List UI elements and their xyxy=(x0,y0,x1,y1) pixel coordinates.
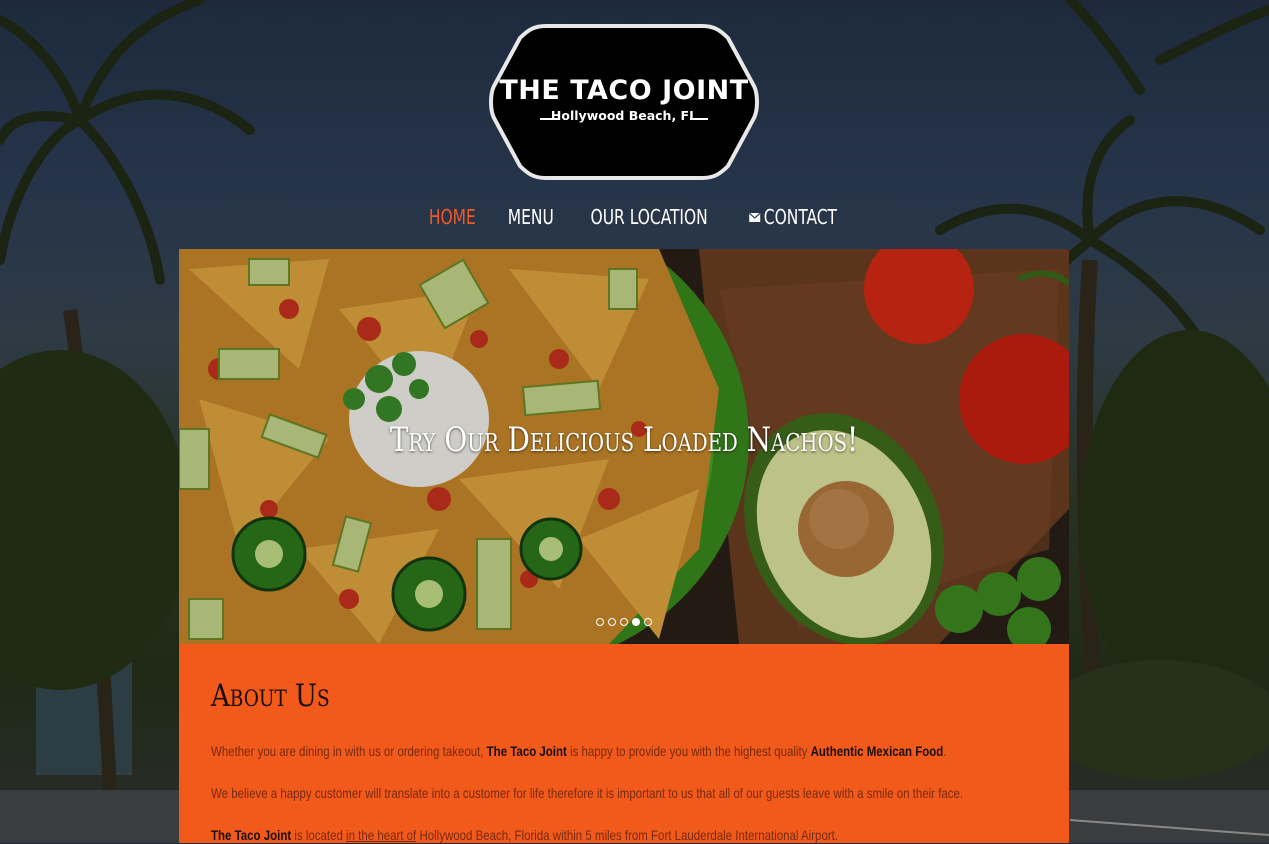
p3-text-b: is located xyxy=(291,827,347,843)
about-paragraph-2: We believe a happy customer will transla… xyxy=(211,785,964,801)
nav-item-home[interactable]: HOME xyxy=(429,202,476,232)
logo-title: THE TACO JOINT xyxy=(499,75,749,106)
logo-subtitle: Hollywood Beach, FL xyxy=(550,108,698,123)
p1-text-e: . xyxy=(943,743,947,759)
nav-item-our-location[interactable]: OUR LOCATION xyxy=(591,202,708,232)
site-logo[interactable]: THE TACO JOINT Hollywood Beach, FL xyxy=(488,20,760,184)
about-paragraph-1: Whether you are dining in with us or ord… xyxy=(211,742,946,760)
p1-brand: The Taco Joint xyxy=(486,743,567,759)
p3-brand: The Taco Joint xyxy=(211,827,292,843)
slider-dots xyxy=(179,618,1069,626)
p3-link[interactable]: in the heart of xyxy=(346,827,416,843)
mail-icon xyxy=(748,212,760,222)
p3-text-d: Hollywood Beach, Florida within 5 miles … xyxy=(416,827,839,843)
p1-text-a: Whether you are dining in with us or ord… xyxy=(211,743,487,759)
nav-item-contact[interactable]: CONTACT xyxy=(748,202,837,232)
about-paragraph-3: The Taco Joint is located in the heart o… xyxy=(211,826,838,844)
slider-dot-4[interactable] xyxy=(632,618,640,626)
slide-caption: Try Our Delicious Loaded Nachos! xyxy=(389,420,859,460)
slider-dot-3[interactable] xyxy=(620,618,628,626)
p1-highlight: Authentic Mexican Food xyxy=(810,743,944,759)
nav-item-contact-label: CONTACT xyxy=(763,205,837,229)
slider-dot-1[interactable] xyxy=(596,618,604,626)
slider-dot-2[interactable] xyxy=(608,618,616,626)
about-title: About Us xyxy=(211,678,330,714)
main-nav: HOME MENU OUR LOCATION CONTACT xyxy=(0,202,1269,232)
about-section: About Us Whether you are dining in with … xyxy=(179,644,1069,843)
slider-dot-5[interactable] xyxy=(644,618,652,626)
hero-slider[interactable]: Try Our Delicious Loaded Nachos! xyxy=(179,249,1069,644)
p1-text-c: is happy to provide you with the highest… xyxy=(566,743,811,759)
nav-item-menu[interactable]: MENU xyxy=(508,202,554,232)
